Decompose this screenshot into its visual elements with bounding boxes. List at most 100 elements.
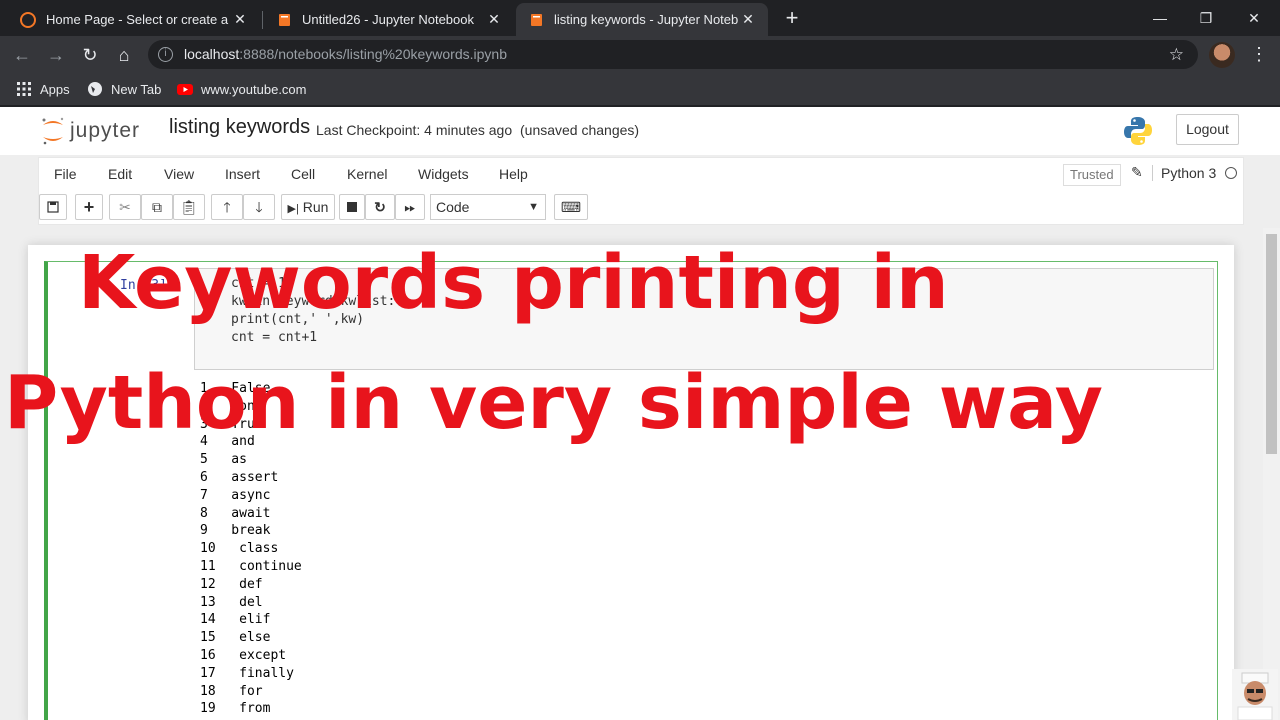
overlay-title-line1: Keywords printing in bbox=[78, 240, 949, 326]
output-line: 12 def bbox=[200, 576, 263, 592]
restart-button[interactable]: ↻ bbox=[365, 194, 395, 220]
jupyter-logo[interactable]: jupyter bbox=[40, 115, 140, 147]
jupyter-header: jupyter listing keywords Last Checkpoint… bbox=[0, 107, 1280, 155]
paste-button[interactable]: 📋︎ bbox=[173, 194, 205, 220]
bookmark-label: www.youtube.com bbox=[201, 81, 307, 97]
code-line: cnt = cnt+1 bbox=[231, 330, 318, 345]
jupyter-logo-text: jupyter bbox=[70, 119, 141, 142]
tab-title: Home Page - Select or create a n bbox=[46, 12, 230, 27]
bookmark-apps[interactable]: Apps bbox=[16, 81, 70, 97]
cell-type-value: Code bbox=[436, 199, 470, 215]
edit-pencil-icon[interactable]: ✎ bbox=[1131, 164, 1143, 181]
output-line: 11 continue bbox=[200, 558, 302, 574]
bookmark-label: New Tab bbox=[111, 81, 162, 97]
restart-run-all-button[interactable]: ⏩︎ bbox=[395, 194, 425, 220]
copy-button[interactable]: ⧉ bbox=[141, 194, 173, 220]
close-icon[interactable]: ✕ bbox=[738, 11, 758, 28]
browser-menu-icon[interactable]: ⋮ bbox=[1250, 44, 1268, 65]
stop-icon bbox=[347, 202, 357, 212]
new-tab-button[interactable]: + bbox=[778, 5, 806, 33]
insert-cell-button[interactable]: + bbox=[75, 194, 103, 220]
interrupt-button[interactable] bbox=[339, 194, 365, 220]
menu-file[interactable]: File bbox=[54, 166, 77, 182]
overlay-title-line2: Python in very simple way bbox=[4, 360, 1103, 446]
logout-button[interactable]: Logout bbox=[1176, 114, 1239, 145]
output-line: 14 elif bbox=[200, 612, 271, 628]
step-forward-icon: ▶| bbox=[287, 203, 299, 215]
cut-button[interactable]: ✂ bbox=[109, 194, 141, 220]
home-button[interactable]: ⌂ bbox=[111, 42, 137, 68]
unsaved-status: (unsaved changes) bbox=[520, 122, 640, 138]
menu-edit[interactable]: Edit bbox=[108, 166, 132, 182]
tab-home-page[interactable]: Home Page - Select or create a n ✕ bbox=[8, 3, 260, 36]
youtube-icon bbox=[177, 84, 193, 95]
keyboard-icon: ⌨ bbox=[560, 199, 582, 215]
python-logo-icon bbox=[1124, 117, 1152, 145]
jupyter-toolbar: + ✂ ⧉ 📋︎ 🡑 🡓 ▶| Run ↻ ⏩︎ Code ▼ ⌨ bbox=[38, 189, 1244, 225]
move-down-button[interactable]: 🡓 bbox=[243, 194, 275, 220]
chevron-down-icon: ▼ bbox=[528, 201, 539, 213]
close-icon[interactable]: ✕ bbox=[230, 11, 250, 28]
notebook-icon bbox=[279, 13, 290, 26]
output-line: 15 else bbox=[200, 630, 271, 646]
menu-cell[interactable]: Cell bbox=[291, 166, 315, 182]
output-line: 16 except bbox=[200, 647, 287, 663]
globe-icon bbox=[88, 82, 102, 96]
menu-widgets[interactable]: Widgets bbox=[418, 166, 469, 182]
run-button[interactable]: ▶| Run bbox=[281, 194, 335, 220]
paste-icon: 📋︎ bbox=[180, 199, 198, 215]
kernel-idle-indicator-icon bbox=[1225, 167, 1237, 179]
arrow-down-icon: 🡓 bbox=[255, 199, 263, 215]
arrow-up-icon: 🡑 bbox=[223, 199, 231, 215]
address-bar[interactable]: i localhost:8888/notebooks/listing%20key… bbox=[148, 40, 1198, 69]
tab-listing-keywords[interactable]: listing keywords - Jupyter Notebo ✕ bbox=[516, 3, 768, 36]
window-close-button[interactable]: ✕ bbox=[1231, 4, 1277, 32]
move-up-button[interactable]: 🡑 bbox=[211, 194, 243, 220]
tab-title: Untitled26 - Jupyter Notebook bbox=[302, 12, 474, 27]
tab-untitled26[interactable]: Untitled26 - Jupyter Notebook ✕ bbox=[264, 3, 514, 36]
restart-icon: ↻ bbox=[374, 199, 386, 215]
bookmark-youtube[interactable]: www.youtube.com bbox=[177, 81, 307, 97]
notebook-name[interactable]: listing keywords bbox=[169, 116, 310, 139]
bookmark-star-icon[interactable]: ☆ bbox=[1169, 40, 1184, 69]
run-label: Run bbox=[302, 199, 329, 215]
info-icon[interactable]: i bbox=[158, 47, 173, 62]
output-line: 5 as bbox=[200, 452, 247, 468]
copy-icon: ⧉ bbox=[152, 199, 162, 215]
apps-grid-icon bbox=[17, 82, 31, 96]
menu-insert[interactable]: Insert bbox=[225, 166, 260, 182]
code-cell[interactable]: In [3]: cnt = 1 kw in keyword.kwlist: pr… bbox=[44, 261, 1218, 720]
save-button[interactable] bbox=[39, 194, 67, 220]
output-line: 8 await bbox=[200, 505, 271, 521]
browser-tab-strip: Home Page - Select or create a n ✕ Untit… bbox=[0, 0, 1280, 36]
menu-view[interactable]: View bbox=[164, 166, 194, 182]
jupyter-logo-icon bbox=[20, 11, 36, 28]
command-palette-button[interactable]: ⌨ bbox=[554, 194, 588, 220]
reload-button[interactable]: ↻ bbox=[77, 42, 103, 68]
forward-button[interactable]: → bbox=[43, 42, 69, 68]
bookmark-new-tab[interactable]: New Tab bbox=[87, 81, 161, 97]
output-line: 7 async bbox=[200, 487, 271, 503]
minimize-button[interactable]: — bbox=[1137, 4, 1183, 32]
output-line: 9 break bbox=[200, 523, 271, 539]
tab-separator bbox=[262, 11, 263, 29]
scissors-icon: ✂ bbox=[119, 199, 131, 215]
jupyter-menubar: File Edit View Insert Cell Kernel Widget… bbox=[38, 157, 1244, 189]
url-path: :8888/notebooks/listing%20keywords.ipynb bbox=[239, 46, 507, 62]
kernel-name[interactable]: Python 3 bbox=[1152, 165, 1216, 181]
browser-toolbar: ← → ↻ ⌂ i localhost:8888/notebooks/listi… bbox=[0, 36, 1280, 73]
output-line: 19 from bbox=[200, 701, 271, 717]
profile-avatar[interactable] bbox=[1209, 42, 1235, 68]
cell-type-select[interactable]: Code ▼ bbox=[430, 194, 546, 220]
tab-title: listing keywords - Jupyter Notebo bbox=[554, 12, 738, 27]
output-line: 13 del bbox=[200, 594, 263, 610]
notebook-icon bbox=[531, 13, 542, 26]
close-icon[interactable]: ✕ bbox=[484, 11, 504, 28]
menu-kernel[interactable]: Kernel bbox=[347, 166, 387, 182]
maximize-button[interactable]: ❐ bbox=[1183, 4, 1229, 32]
menu-help[interactable]: Help bbox=[499, 166, 528, 182]
trusted-badge[interactable]: Trusted bbox=[1063, 164, 1121, 186]
back-button[interactable]: ← bbox=[9, 42, 35, 68]
presenter-avatar bbox=[1232, 669, 1278, 720]
save-icon bbox=[47, 201, 59, 213]
